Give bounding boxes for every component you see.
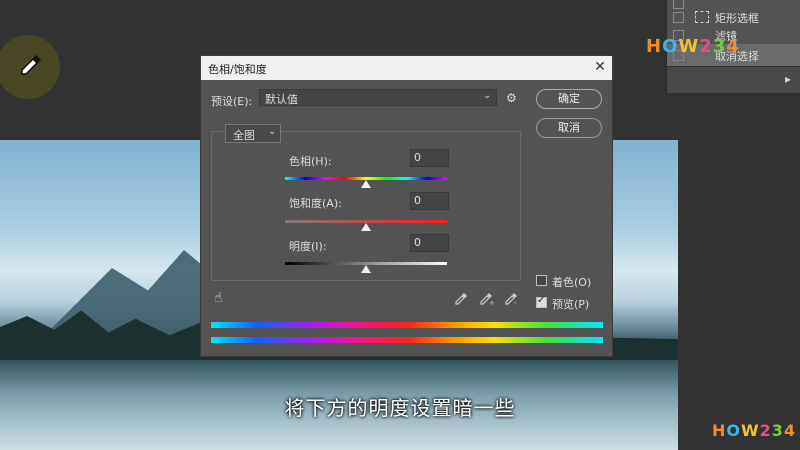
input-color-bar — [211, 322, 603, 328]
hand-pointer-icon[interactable]: ☝ — [214, 290, 223, 306]
eyedropper-minus-icon[interactable]: - — [504, 292, 520, 306]
visibility-checkbox[interactable] — [673, 12, 684, 23]
checkmark-icon: ✓ — [537, 295, 546, 306]
svg-text:-: - — [514, 298, 517, 306]
hue-label: 色相(H): — [289, 155, 332, 168]
brand-logo-bottom: HOW234 — [712, 421, 797, 440]
svg-text:+: + — [489, 299, 495, 306]
output-color-bar — [211, 337, 603, 343]
saturation-label: 饱和度(A): — [289, 197, 342, 210]
channel-value: 全图 — [233, 129, 255, 142]
lightness-label: 明度(I): — [289, 240, 327, 253]
preview-label: 预览(P) — [552, 298, 590, 311]
eyedropper-icon — [21, 55, 41, 75]
saturation-slider-thumb[interactable] — [361, 223, 371, 231]
eyedropper-icon[interactable] — [454, 292, 468, 306]
lightness-input[interactable]: 0 — [410, 234, 449, 252]
dialog-titlebar[interactable]: 色相/饱和度 ✕ — [201, 56, 612, 80]
colorize-checkbox[interactable] — [536, 275, 547, 286]
channel-select[interactable]: 全图 ⌄ — [225, 124, 281, 143]
panel-footer: ▸ — [667, 66, 800, 93]
gear-icon[interactable]: ⚙ — [506, 91, 517, 105]
marquee-icon — [695, 11, 709, 23]
lightness-slider-thumb[interactable] — [361, 265, 371, 273]
eyedropper-plus-icon[interactable]: + — [479, 292, 495, 306]
hue-saturation-dialog: 色相/饱和度 ✕ 预设(E): 默认值 ⌄ ⚙ 确定 取消 全图 ⌄ 色相(H)… — [200, 55, 613, 357]
dialog-title: 色相/饱和度 — [208, 63, 267, 76]
video-subtitle: 将下方的明度设置暗一些 — [284, 396, 516, 420]
ok-button[interactable]: 确定 — [536, 89, 602, 109]
close-button[interactable]: ✕ — [592, 59, 608, 75]
preview-checkbox[interactable]: ✓ — [536, 295, 547, 308]
preset-value: 默认值 — [265, 93, 298, 106]
chevron-down-icon: ⌄ — [483, 90, 492, 101]
adjustment-group — [211, 131, 521, 281]
preset-select[interactable]: 默认值 ⌄ — [259, 89, 497, 106]
chevron-down-icon: ⌄ — [268, 126, 277, 137]
hue-input[interactable]: 0 — [410, 149, 449, 167]
scroll-arrow-icon[interactable]: ▸ — [785, 72, 791, 86]
colorize-label: 着色(O) — [552, 276, 592, 289]
hue-slider-thumb[interactable] — [361, 180, 371, 188]
saturation-input[interactable]: 0 — [410, 192, 449, 210]
cancel-button[interactable]: 取消 — [536, 118, 602, 138]
brand-logo-top: HOW234 — [646, 36, 740, 57]
preset-label: 预设(E): — [211, 95, 253, 108]
